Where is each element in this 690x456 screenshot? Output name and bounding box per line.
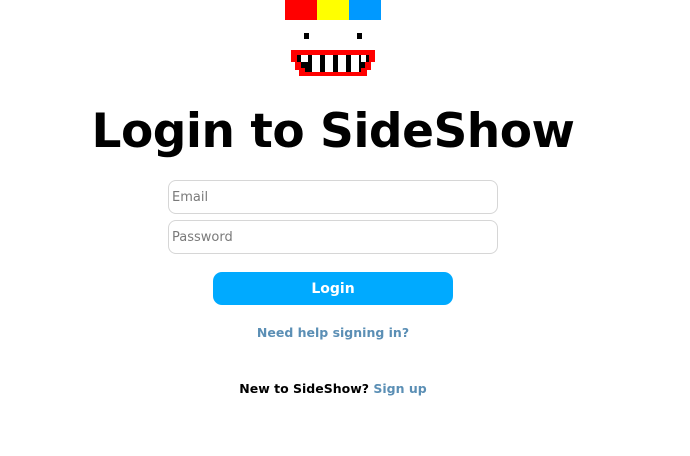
logo-right-eye xyxy=(357,33,362,39)
email-field[interactable] xyxy=(168,180,498,214)
page-title: Login to SideShow xyxy=(91,104,575,159)
logo-mouth-icon xyxy=(291,50,375,76)
help-signing-in-link[interactable]: Need help signing in? xyxy=(0,325,666,340)
logo-hat-red-block xyxy=(285,0,317,20)
logo-hat-blue-block xyxy=(349,0,381,20)
sideshow-logo xyxy=(285,0,381,82)
logo-hat-yellow-block xyxy=(317,0,349,20)
signup-link[interactable]: Sign up xyxy=(373,381,426,396)
password-field[interactable] xyxy=(168,220,498,254)
signup-row: New to SideShow? Sign up xyxy=(0,381,666,396)
signup-prompt: New to SideShow? xyxy=(239,381,370,396)
logo-left-eye xyxy=(304,33,309,39)
login-button[interactable]: Login xyxy=(213,272,453,305)
login-page: Login to SideShow Login Need help signin… xyxy=(0,0,690,456)
